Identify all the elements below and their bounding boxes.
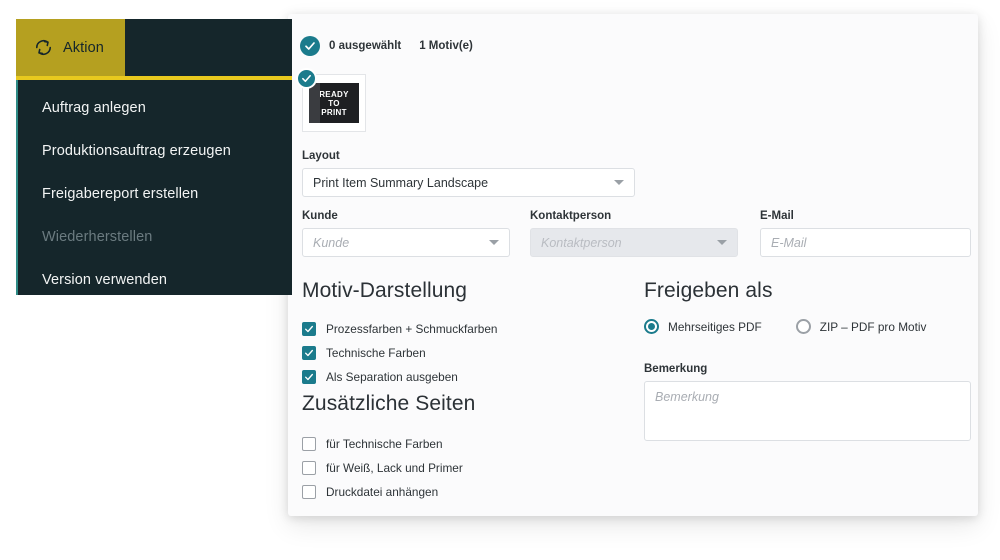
radio-selected-icon[interactable] — [644, 319, 659, 334]
bemerkung-label: Bemerkung — [644, 363, 971, 375]
motiv-darstellung-heading: Motiv-Darstellung — [302, 279, 467, 303]
bemerkung-textarea[interactable]: Bemerkung — [644, 381, 971, 441]
checkbox-label: Als Separation ausgeben — [326, 370, 458, 384]
selected-count-label: 0 ausgewählt — [329, 40, 401, 52]
radio-unselected-icon[interactable] — [796, 319, 811, 334]
bemerkung-field: Bemerkung Bemerkung — [644, 363, 971, 441]
menu-item-version-verwenden[interactable]: Version verwenden — [18, 258, 292, 301]
artwork-line-2: TO — [328, 99, 340, 108]
kunde-select[interactable]: Kunde — [302, 228, 510, 257]
menu-item-label: Produktionsauftrag erzeugen — [42, 143, 231, 159]
checkbox-row-prozessfarben[interactable]: Prozessfarben + Schmuckfarben — [302, 317, 497, 341]
freigeben-als-heading: Freigeben als — [644, 279, 773, 303]
checkbox-unchecked-icon[interactable] — [302, 437, 316, 451]
checkbox-row-technische-farben[interactable]: Technische Farben — [302, 341, 497, 365]
checkbox-unchecked-icon[interactable] — [302, 485, 316, 499]
kontaktperson-placeholder: Kontaktperson — [541, 236, 622, 250]
thumbnail-check-circle-icon[interactable] — [296, 68, 317, 89]
checkbox-label: für Technische Farben — [326, 437, 443, 451]
chevron-down-icon — [489, 240, 499, 245]
checkbox-row-fuer-weiss-lack-primer[interactable]: für Weiß, Lack und Primer — [302, 456, 463, 480]
menu-item-freigabereport-erstellen[interactable]: Freigabereport erstellen — [18, 172, 292, 215]
artwork-side-strip — [309, 83, 320, 123]
checkbox-row-separation[interactable]: Als Separation ausgeben — [302, 365, 497, 389]
artwork-line-3: PRINT — [321, 108, 347, 117]
menu-item-label: Version verwenden — [42, 272, 167, 288]
sync-icon — [34, 38, 53, 57]
layout-label: Layout — [302, 150, 635, 162]
menu-item-auftrag-anlegen[interactable]: Auftrag anlegen — [18, 86, 292, 129]
action-tab-bar — [125, 19, 292, 76]
kunde-label: Kunde — [302, 210, 510, 222]
menu-item-produktionsauftrag-erzeugen[interactable]: Produktionsauftrag erzeugen — [18, 129, 292, 172]
zusatz-checkbox-group: für Technische Farben für Weiß, Lack und… — [302, 432, 463, 504]
chevron-down-icon — [614, 180, 624, 185]
checkbox-label: Prozessfarben + Schmuckfarben — [326, 322, 497, 336]
kontaktperson-label: Kontaktperson — [530, 210, 738, 222]
email-placeholder: E-Mail — [771, 236, 806, 250]
checkbox-row-fuer-technische-farben[interactable]: für Technische Farben — [302, 432, 463, 456]
menu-item-label: Freigabereport erstellen — [42, 186, 198, 202]
checkbox-checked-icon[interactable] — [302, 370, 316, 384]
check-circle-icon — [300, 36, 320, 56]
email-field: E-Mail E-Mail — [760, 210, 971, 257]
checkbox-label: für Weiß, Lack und Primer — [326, 461, 463, 475]
aktion-dropdown-menu: Auftrag anlegen Produktionsauftrag erzeu… — [16, 80, 292, 295]
kontaktperson-select: Kontaktperson — [530, 228, 738, 257]
radio-label-mehrseitiges-pdf[interactable]: Mehrseitiges PDF — [668, 320, 762, 334]
checkbox-checked-icon[interactable] — [302, 322, 316, 336]
artwork-line-1: READY — [319, 90, 349, 99]
email-label: E-Mail — [760, 210, 971, 222]
selection-header: 0 ausgewählt 1 Motiv(e) — [300, 36, 473, 56]
layout-value: Print Item Summary Landscape — [313, 176, 488, 190]
motive-count-label: 1 Motiv(e) — [419, 40, 473, 52]
checkbox-checked-icon[interactable] — [302, 346, 316, 360]
layout-select[interactable]: Print Item Summary Landscape — [302, 168, 635, 197]
checkbox-label: Technische Farben — [326, 346, 426, 360]
zusaetzliche-seiten-heading: Zusätzliche Seiten — [302, 392, 475, 416]
ready-to-print-artwork: READY TO PRINT — [309, 83, 359, 123]
menu-item-label: Auftrag anlegen — [42, 100, 146, 116]
checkbox-row-druckdatei-anhaengen[interactable]: Druckdatei anhängen — [302, 480, 463, 504]
menu-item-wiederherstellen: Wiederherstellen — [18, 215, 292, 258]
email-input[interactable]: E-Mail — [760, 228, 971, 257]
aktion-tab[interactable]: Aktion — [16, 19, 125, 76]
tab-active-underline — [16, 76, 292, 80]
kunde-placeholder: Kunde — [313, 236, 349, 250]
kontaktperson-field: Kontaktperson Kontaktperson — [530, 210, 738, 257]
aktion-tab-label: Aktion — [63, 40, 104, 56]
checkbox-label: Druckdatei anhängen — [326, 485, 438, 499]
motiv-checkbox-group: Prozessfarben + Schmuckfarben Technische… — [302, 317, 497, 389]
menu-item-label: Wiederherstellen — [42, 229, 152, 245]
chevron-down-icon — [717, 240, 727, 245]
kunde-field: Kunde Kunde — [302, 210, 510, 257]
layout-field: Layout Print Item Summary Landscape — [302, 150, 635, 197]
radio-label-zip-pdf-pro-motiv[interactable]: ZIP – PDF pro Motiv — [820, 320, 927, 334]
checkbox-unchecked-icon[interactable] — [302, 461, 316, 475]
motive-thumbnail[interactable]: READY TO PRINT — [302, 74, 366, 132]
freigeben-radio-group: Mehrseitiges PDF ZIP – PDF pro Motiv — [644, 319, 926, 334]
